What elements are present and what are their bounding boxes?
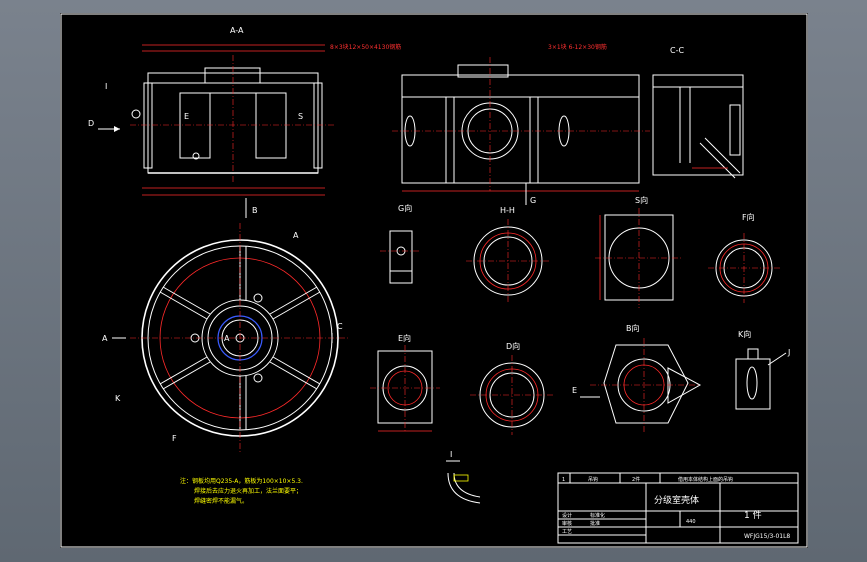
view-d-title: D向 — [506, 341, 520, 351]
view-k: K向 J — [735, 329, 790, 410]
view-hh: H-H — [466, 206, 550, 303]
view-i: I — [446, 450, 481, 504]
view-cc: C-C — [652, 46, 744, 179]
note-1: 注：钢板均用Q235-A，筋板为100×10×5.3. — [180, 477, 303, 485]
view-d: D向 — [470, 341, 554, 435]
tb-top-c1: 1 — [562, 477, 565, 483]
view-b-title: B向 — [626, 323, 640, 333]
marker-a-top: A — [293, 231, 299, 240]
tb-label-2: 工艺 — [562, 529, 572, 535]
view-aa: A-A I D E S B — [88, 26, 335, 218]
note-3: 焊缝密焊不能漏气。 — [194, 497, 248, 505]
view-f: F向 — [708, 212, 780, 303]
tb-top-c2: 吊钩 — [588, 476, 598, 483]
view-cc-title: C-C — [670, 46, 684, 55]
tb-weight: 440 — [686, 519, 696, 525]
view-k-title: K向 — [738, 329, 751, 339]
marker-a-center: A — [224, 334, 230, 343]
view-f-title: F向 — [742, 212, 755, 222]
sheet-border — [60, 13, 808, 548]
view-aa-title: A-A — [230, 26, 244, 35]
marker-b-aa: B — [252, 206, 258, 215]
tb-label-3: 标准化 — [590, 512, 605, 519]
tb-top-c4: 借用本体结构上面的吊钩 — [678, 476, 733, 483]
view-s: S向 — [595, 195, 683, 308]
tb-qty: 1 件 — [744, 509, 762, 521]
tb-drawing-no: WFJG15/3-01L8 — [744, 533, 790, 540]
viewer-background: A-A I D E S B 8×3块12×50×4130钢筋 G 3×1块 6-… — [0, 0, 867, 562]
cad-drawing: A-A I D E S B 8×3块12×50×4130钢筋 G 3×1块 6-… — [60, 13, 808, 548]
marker-k-plan: K — [115, 394, 121, 403]
view-plan-circle: A A A C K F — [102, 223, 350, 453]
drawing-sheet: A-A I D E S B 8×3块12×50×4130钢筋 G 3×1块 6-… — [60, 13, 808, 548]
marker-f-plan: F — [172, 434, 177, 443]
marker-s-aa: S — [298, 112, 303, 121]
tb-top-c3: 2件 — [632, 476, 640, 483]
marker-d-aa: D — [88, 119, 94, 128]
view-e: E向 — [370, 333, 440, 432]
callout-bolts-1: 8×3块12×50×4130钢筋 — [330, 43, 401, 51]
view-hh-title: H-H — [500, 206, 515, 215]
view-g: G向 — [380, 203, 420, 284]
note-2: 焊接后去应力退火再加工，法兰面要平； — [194, 487, 302, 495]
marker-e-b: E — [572, 386, 577, 395]
marker-j-k: J — [787, 348, 790, 357]
view-i-title: I — [450, 450, 452, 459]
tb-label-1: 审核 — [562, 520, 572, 527]
view-e-title: E向 — [398, 333, 411, 343]
callout-bolts-2: 3×1块 6-12×30钢筋 — [548, 43, 607, 51]
marker-c-plan: C — [337, 322, 343, 331]
marker-e-aa: E — [184, 112, 189, 121]
view-g-title: G向 — [398, 203, 412, 213]
tb-label-4: 批准 — [590, 520, 600, 527]
marker-g-front: G — [530, 196, 536, 205]
tb-part-name: 分级室壳体 — [654, 494, 699, 506]
view-b: B向 E — [572, 323, 702, 433]
tb-label-0: 设计 — [562, 512, 572, 519]
title-block: 1 吊钩 2件 借用本体结构上面的吊钩 分级室壳体 1 件 440 WFJG15… — [557, 472, 799, 544]
view-front: G — [392, 57, 650, 205]
marker-a-left: A — [102, 334, 108, 343]
marker-i-aa: I — [105, 82, 107, 91]
view-s-title: S向 — [635, 195, 648, 205]
